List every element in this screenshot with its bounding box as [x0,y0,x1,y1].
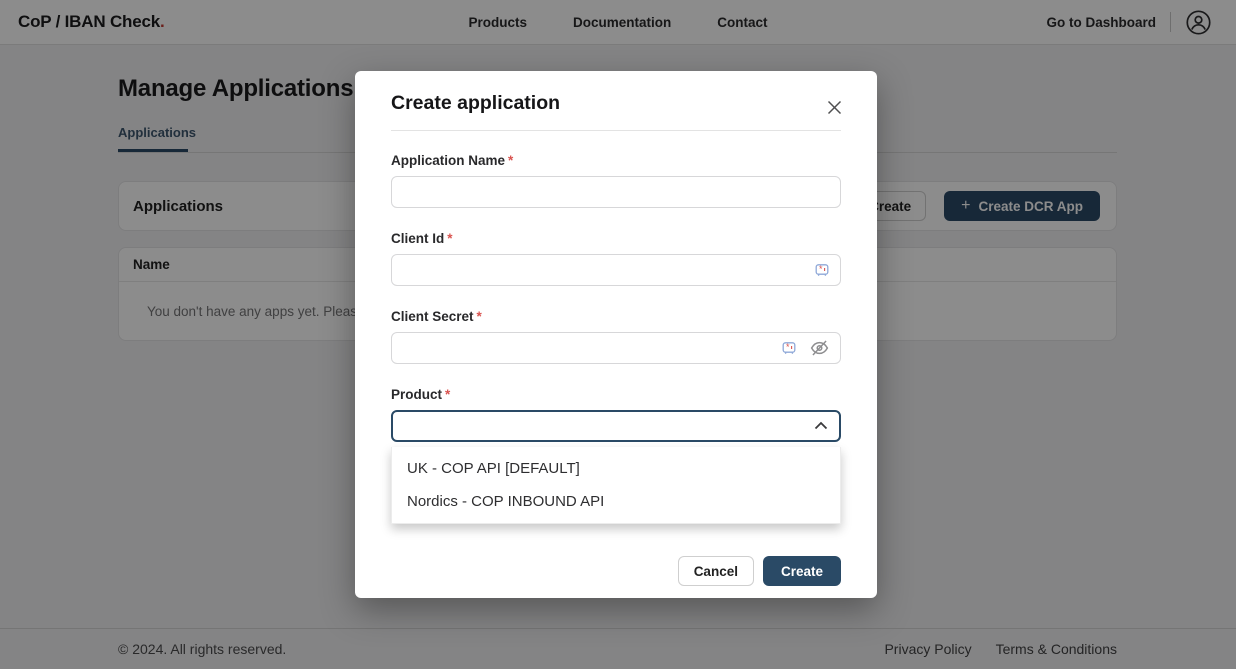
close-button[interactable] [824,97,844,117]
dropdown-option-nordics-cop-inbound-api[interactable]: Nordics - COP INBOUND API [392,485,840,518]
modal-form: Application Name* Client Id* * [391,153,841,586]
client-id-field-group: Client Id* * [391,231,841,286]
application-name-input[interactable] [391,176,841,208]
client-secret-input[interactable] [391,332,841,364]
required-asterisk: * [477,309,482,324]
close-icon [826,99,843,116]
modal-divider [391,130,841,131]
toggle-visibility-button[interactable] [809,338,830,359]
eye-off-icon [809,338,830,359]
product-dropdown-list: UK - COP API [DEFAULT] Nordics - COP INB… [391,447,841,524]
required-asterisk: * [447,231,452,246]
autofill-vault-icon[interactable]: * [781,340,797,356]
client-id-input[interactable] [391,254,841,286]
autofill-vault-icon[interactable]: * [814,262,830,278]
required-asterisk: * [508,153,513,168]
cancel-button[interactable]: Cancel [678,556,754,586]
screen: CoP / IBAN Check. Products Documentation… [0,0,1236,669]
modal-actions: Cancel Create [391,556,841,586]
modal-title: Create application [391,71,841,115]
dropdown-option-uk-cop-api[interactable]: UK - COP API [DEFAULT] [392,452,840,485]
product-label: Product* [391,387,841,402]
required-asterisk: * [445,387,450,402]
svg-text:*: * [819,264,823,274]
chevron-up-icon [814,422,828,431]
application-name-field-group: Application Name* [391,153,841,208]
application-name-label: Application Name* [391,153,841,168]
client-secret-field-group: Client Secret* * [391,309,841,364]
modal-create-button[interactable]: Create [763,556,841,586]
create-application-modal: Create application Application Name* Cli… [355,71,877,598]
client-id-label: Client Id* [391,231,841,246]
client-secret-label: Client Secret* [391,309,841,324]
svg-text:*: * [786,342,790,352]
product-field-group: Product* UK - COP API [DEFAULT] Nordics … [391,387,841,442]
product-select[interactable] [391,410,841,442]
